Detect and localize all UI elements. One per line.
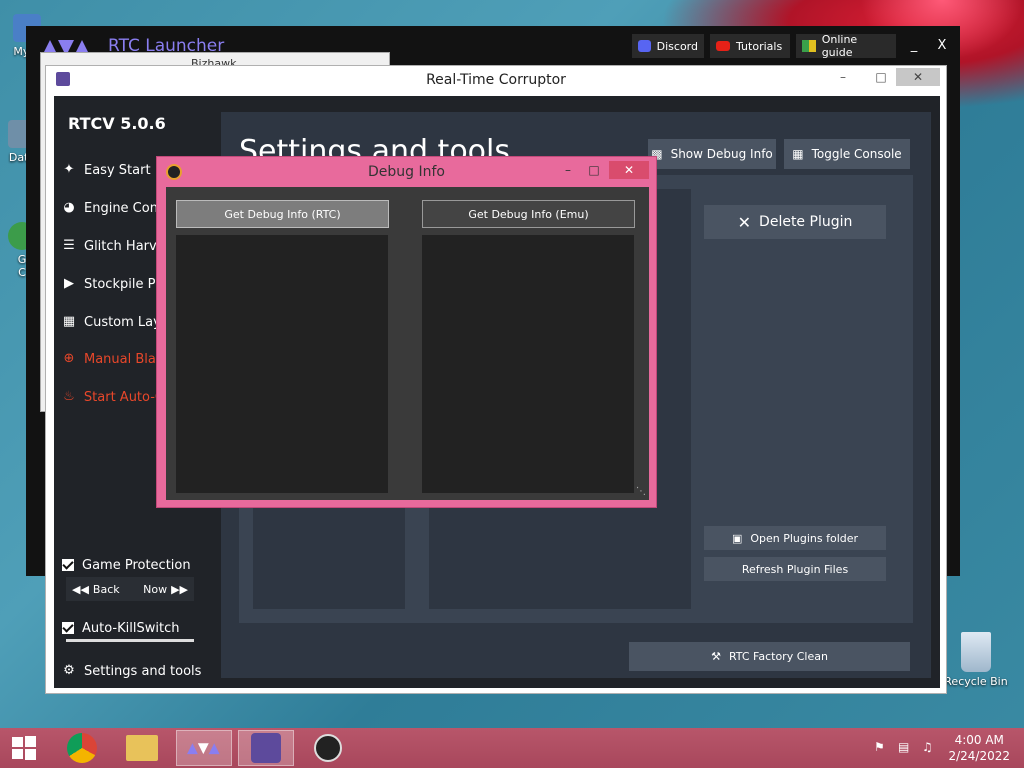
killswitch-meter [66, 639, 194, 642]
nav-label: Settings and tools [84, 663, 202, 679]
launcher-close-button[interactable]: X [930, 34, 954, 58]
discord-icon [638, 40, 651, 52]
wrench-icon: ⚒ [711, 650, 721, 663]
youtube-icon [716, 41, 730, 51]
tutorials-button[interactable]: Tutorials [710, 34, 790, 58]
checkbox-checked [62, 559, 74, 571]
wand-icon: ✦ [63, 162, 75, 177]
back-button[interactable]: ◀◀ Back [72, 583, 120, 596]
discord-button[interactable]: Discord [632, 34, 704, 58]
open-plugins-folder-button[interactable]: ▣ Open Plugins folder [704, 526, 886, 550]
taskbar: ⚑ ▤ ♫ 4:00 AM 2/24/2022 [0, 728, 1024, 768]
toggle-console-button[interactable]: ▦ Toggle Console [784, 139, 910, 169]
debug-info-dialog: Debug Info – □ ✕ Get Debug Info (RTC) Ge… [156, 156, 657, 508]
close-icon: ✕ [737, 212, 752, 232]
get-debug-info-emu-button[interactable]: Get Debug Info (Emu) [422, 200, 635, 228]
chrome-icon [67, 733, 97, 763]
resize-grip-icon[interactable]: ⋱ [636, 487, 646, 497]
desktop-icon-label: G [17, 253, 27, 266]
delete-plugin-label: Delete Plugin [759, 214, 853, 230]
fast-forward-icon: ▶▶ [171, 582, 188, 596]
network-icon[interactable]: ▤ [898, 740, 909, 754]
nav-settings-and-tools[interactable]: ⚙ Settings and tools [62, 657, 204, 685]
game-protection-label: Game Protection [82, 557, 191, 573]
recycle-bin-icon [961, 632, 991, 672]
rtc-app-icon [251, 733, 281, 763]
refresh-plugin-files-button[interactable]: Refresh Plugin Files [704, 557, 886, 581]
refresh-plugins-label: Refresh Plugin Files [741, 562, 849, 576]
debug-close-button[interactable]: ✕ [609, 161, 649, 179]
flag-icon[interactable]: ⚑ [874, 740, 885, 754]
start-button[interactable] [0, 730, 48, 766]
game-protection-checkbox[interactable]: Game Protection [62, 551, 204, 579]
taskbar-file-explorer[interactable] [114, 730, 170, 766]
debug-maximize-button[interactable]: □ [579, 161, 609, 179]
show-debug-info-button[interactable]: ▩ Show Debug Info [648, 139, 776, 169]
desktop-icon-recycle-bin[interactable]: Recycle Bin [944, 632, 1008, 688]
rtc-factory-clean-button[interactable]: ⚒ RTC Factory Clean [629, 642, 910, 671]
auto-killswitch-checkbox[interactable]: Auto-KillSwitch [62, 614, 204, 642]
rtc-close-button[interactable]: ✕ [896, 68, 940, 86]
online-guide-button[interactable]: Online guide [796, 33, 896, 59]
rtc-minimize-button[interactable]: – [828, 68, 858, 86]
launcher-minimize-button[interactable]: _ [902, 34, 926, 58]
play-icon: ▶ [64, 276, 74, 291]
gauge-icon: ◕ [63, 200, 75, 215]
crosshair-icon: ⊕ [63, 351, 75, 366]
launcher-logo-icon [187, 743, 220, 755]
auto-killswitch-label: Auto-KillSwitch [82, 620, 180, 636]
now-label: Now [143, 582, 168, 596]
taskbar-rtc[interactable] [238, 730, 294, 766]
desktop-icon-label: C [18, 266, 26, 279]
taskbar-rtc-launcher[interactable] [176, 730, 232, 766]
show-debug-label: Show Debug Info [670, 147, 773, 161]
layers-icon: ☰ [63, 238, 75, 253]
online-guide-label: Online guide [821, 33, 858, 59]
version-label: RTCV 5.0.6 [68, 114, 166, 133]
clock-date: 2/24/2022 [948, 749, 1010, 763]
rtc-maximize-button[interactable]: □ [866, 68, 896, 86]
grid-icon: ▦ [62, 314, 76, 329]
windows-icon [12, 736, 36, 760]
rewind-icon: ◀◀ [72, 582, 89, 596]
gear-icon: ⚙ [63, 663, 75, 678]
now-button[interactable]: Now ▶▶ [143, 583, 188, 596]
flame-icon: ♨ [63, 389, 75, 404]
taskbar-bizhawk[interactable] [300, 730, 356, 766]
get-debug-info-rtc-button[interactable]: Get Debug Info (RTC) [176, 200, 389, 228]
discord-label: Discord [656, 39, 698, 53]
factory-clean-label: RTC Factory Clean [728, 650, 828, 663]
delete-plugin-button[interactable]: ✕ Delete Plugin [704, 205, 886, 239]
toggle-console-label: Toggle Console [811, 147, 902, 161]
debug-output-rtc[interactable] [176, 235, 388, 493]
clock-time: 4:00 AM [954, 733, 1004, 747]
open-plugins-label: Open Plugins folder [750, 531, 859, 545]
taskbar-chrome[interactable] [54, 730, 110, 766]
rewind-controls: ◀◀ Back Now ▶▶ [66, 577, 194, 601]
debug-client-area: Get Debug Info (RTC) Get Debug Info (Emu… [166, 187, 649, 500]
clock[interactable]: 4:00 AM 2/24/2022 [948, 732, 1010, 764]
rtc-titlebar[interactable]: Real-Time Corruptor – □ ✕ [46, 66, 946, 96]
checkbox-checked [62, 622, 74, 634]
console-icon: ▦ [792, 147, 804, 161]
nav-label: Easy Start [84, 162, 151, 178]
desktop-icon-label: Recycle Bin [944, 675, 1008, 688]
rtc-window-title: Real-Time Corruptor [426, 72, 566, 88]
debug-output-emu[interactable] [422, 235, 634, 493]
folder-icon [126, 735, 158, 761]
volume-icon[interactable]: ♫ [922, 740, 933, 754]
bizhawk-icon [314, 734, 342, 762]
tutorials-label: Tutorials [736, 39, 783, 53]
guide-icon [802, 40, 816, 52]
folder-icon: ▣ [731, 531, 743, 545]
back-label: Back [92, 582, 120, 596]
